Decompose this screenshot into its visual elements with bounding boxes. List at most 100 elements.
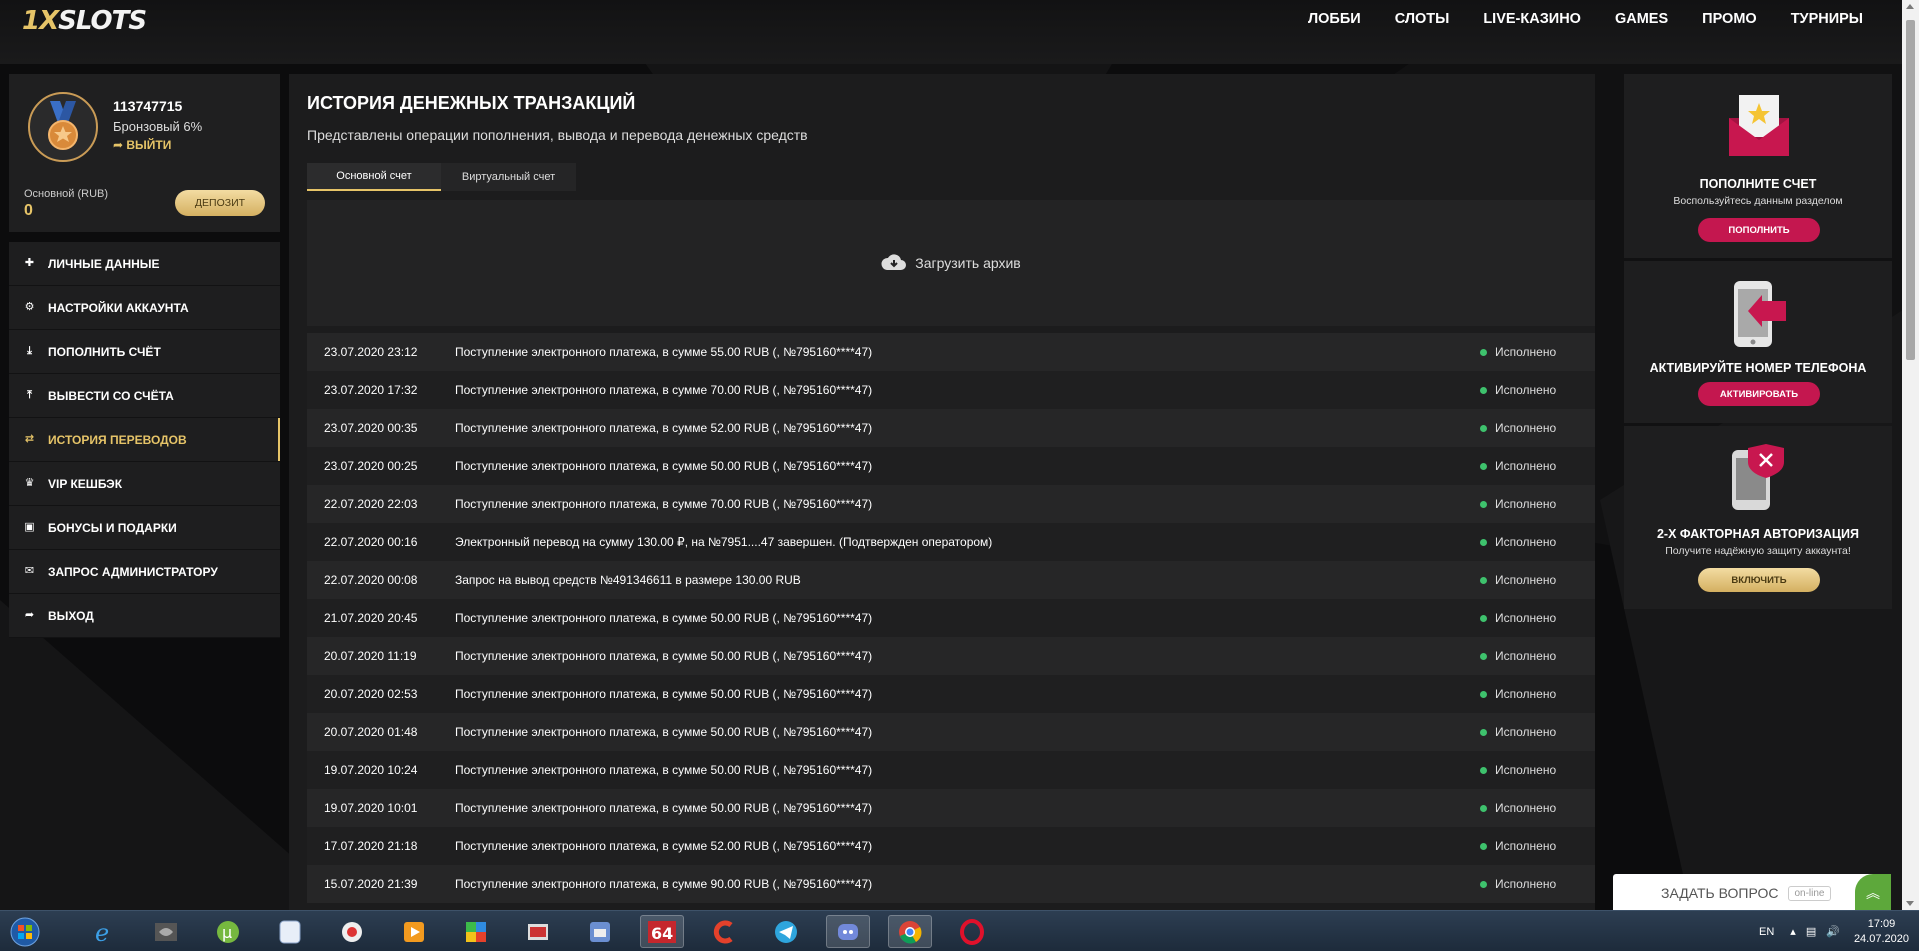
- top-navigation-bar: 1XSLOTS ЛОББИ СЛОТЫ LIVE-КАЗИНО GAMES ПР…: [0, 0, 1919, 64]
- table-row: 20.07.2020 01:48 Поступление электронного…: [307, 713, 1595, 751]
- main-nav: ЛОББИ СЛОТЫ LIVE-КАЗИНО GAMES ПРОМО ТУРН…: [1274, 11, 1863, 27]
- sidebar-item-bonuses[interactable]: ▣ БОНУСЫ И ПОДАРКИ: [9, 506, 280, 550]
- aida64-icon[interactable]: 64: [640, 915, 684, 948]
- nav-slots[interactable]: СЛОТЫ: [1395, 11, 1450, 27]
- transaction-status: Исполнено: [1480, 421, 1595, 435]
- nav-games[interactable]: GAMES: [1615, 11, 1668, 27]
- transaction-description: Поступление электронного платежа, в сумм…: [455, 763, 873, 777]
- table-row: 20.07.2020 02:53 Поступление электронного…: [307, 675, 1595, 713]
- utorrent-icon[interactable]: µ: [206, 915, 250, 948]
- table-row: 15.07.2020 21:39 Поступление электронного…: [307, 865, 1595, 903]
- nav-promo[interactable]: ПРОМО: [1702, 11, 1757, 27]
- sidebar-item-vip-cashback[interactable]: ♛ VIP КЕШБЭК: [9, 462, 280, 506]
- top-up-button[interactable]: ПОПОЛНИТЬ: [1698, 218, 1820, 242]
- transaction-date: 22.07.2020 00:16: [324, 535, 418, 549]
- language-indicator[interactable]: EN: [1759, 926, 1774, 938]
- shield-phone-icon: [1726, 442, 1792, 517]
- transaction-status: Исполнено: [1480, 725, 1595, 739]
- download-icon: ⤓: [27, 345, 32, 357]
- status-ok-icon: [1480, 386, 1487, 394]
- transaction-description: Поступление электронного платежа, в сумм…: [455, 649, 873, 663]
- download-archive-button[interactable]: Загрузить архив: [307, 200, 1595, 326]
- transaction-status: Исполнено: [1480, 687, 1595, 701]
- volume-icon[interactable]: 🔊: [1826, 925, 1840, 938]
- nav-tournaments[interactable]: ТУРНИРЫ: [1791, 11, 1863, 27]
- sidebar-item-exit[interactable]: ➦ ВЫХОД: [9, 594, 280, 638]
- chrome-icon[interactable]: [888, 915, 932, 948]
- logout-icon: ➦: [113, 138, 127, 152]
- sign-out-icon: ➦: [24, 609, 35, 621]
- profile-card: 113747715 Бронзовый 6% ➦ ВЫЙТИ Основной …: [9, 74, 280, 232]
- activate-button[interactable]: АКТИВИРОВАТЬ: [1698, 382, 1820, 406]
- transaction-date: 23.07.2020 00:25: [324, 459, 418, 473]
- sidebar-item-admin-request[interactable]: ✉ ЗАПРОС АДМИНИСТРАТОРУ: [9, 550, 280, 594]
- telegram-icon[interactable]: [764, 915, 808, 948]
- transaction-date: 20.07.2020 11:19: [324, 649, 417, 663]
- table-row: 19.07.2020 10:01 Поступление электронного…: [307, 789, 1595, 827]
- nav-live-casino[interactable]: LIVE-КАЗИНО: [1483, 11, 1581, 27]
- sidebar-item-transfer-history[interactable]: ⇄ ИСТОРИЯ ПЕРЕВОДОВ: [9, 418, 280, 462]
- cash-app-icon[interactable]: [516, 915, 560, 948]
- ccleaner-icon[interactable]: [702, 915, 746, 948]
- logout-link[interactable]: ➦ ВЫЙТИ: [113, 138, 171, 152]
- tray-arrow-icon[interactable]: ▴: [1790, 925, 1796, 938]
- scrollbar-thumb[interactable]: [1906, 20, 1915, 360]
- page-subtitle: Представлены операции пополнения, вывода…: [307, 127, 808, 143]
- transaction-status: Исполнено: [1480, 497, 1595, 511]
- enable-twofa-button[interactable]: ВКЛЮЧИТЬ: [1698, 568, 1820, 592]
- account-tabs: Основной счет Виртуальный счет: [307, 163, 576, 191]
- windows-start-icon[interactable]: [3, 913, 47, 951]
- scroll-up-icon[interactable]: [1906, 4, 1914, 9]
- camera-app-icon[interactable]: [330, 915, 374, 948]
- system-clock[interactable]: 17:09 24.07.2020: [1854, 917, 1909, 947]
- phone-card-title: АКТИВИРУЙТЕ НОМЕР ТЕЛЕФОНА: [1649, 361, 1867, 375]
- media-player-icon[interactable]: [392, 915, 436, 948]
- transaction-status: Исполнено: [1480, 877, 1595, 891]
- discord-icon[interactable]: [826, 915, 870, 948]
- transaction-status: Исполнено: [1480, 345, 1595, 359]
- status-ok-icon: [1480, 842, 1487, 850]
- deposit-button[interactable]: ДЕПОЗИТ: [175, 190, 265, 216]
- transaction-description: Поступление электронного платежа, в сумм…: [455, 687, 873, 701]
- bluestacks-icon[interactable]: [454, 915, 498, 948]
- notes-app-icon[interactable]: [268, 915, 312, 948]
- internet-explorer-icon[interactable]: e: [82, 915, 126, 948]
- transaction-date: 21.07.2020 20:45: [324, 611, 418, 625]
- envelope-star-icon: [1724, 90, 1794, 165]
- transaction-status: Исполнено: [1480, 573, 1595, 587]
- status-ok-icon: [1480, 766, 1487, 774]
- envelope-icon: ✉: [24, 565, 35, 577]
- account-balance: 0: [24, 202, 33, 219]
- flash-app-icon[interactable]: [578, 915, 622, 948]
- transaction-status: Исполнено: [1480, 649, 1595, 663]
- page-scrollbar[interactable]: [1902, 0, 1919, 910]
- status-ok-icon: [1480, 690, 1487, 698]
- transaction-status: Исполнено: [1480, 611, 1595, 625]
- transaction-date: 23.07.2020 17:32: [324, 383, 418, 397]
- transaction-description: Поступление электронного платежа, в сумм…: [455, 725, 873, 739]
- opera-icon[interactable]: [950, 915, 994, 948]
- sidebar-item-account-settings[interactable]: ⚙ НАСТРОЙКИ АККАУНТА: [9, 286, 280, 330]
- network-icon[interactable]: ▤: [1806, 925, 1816, 938]
- crown-icon: ♛: [24, 477, 35, 489]
- tab-virtual-account[interactable]: Виртуальный счет: [441, 163, 576, 191]
- transaction-description: Поступление электронного платежа, в сумм…: [455, 801, 873, 815]
- cloud-download-icon: [881, 252, 907, 275]
- sidebar-item-withdraw[interactable]: ⤒ ВЫВЕСТИ СО СЧЁТА: [9, 374, 280, 418]
- nvidia-icon[interactable]: [144, 915, 188, 948]
- scroll-down-icon[interactable]: [1906, 901, 1914, 906]
- nav-lobby[interactable]: ЛОББИ: [1308, 11, 1361, 27]
- sidebar-item-personal-data[interactable]: ✚ ЛИЧНЫЕ ДАННЫЕ: [9, 242, 280, 286]
- tab-main-account[interactable]: Основной счет: [307, 163, 441, 191]
- chevrons-up-icon[interactable]: ︽: [1855, 874, 1891, 912]
- transaction-status: Исполнено: [1480, 801, 1595, 815]
- sidebar-item-deposit[interactable]: ⤓ ПОПОЛНИТЬ СЧЁТ: [9, 330, 280, 374]
- site-logo[interactable]: 1XSLOTS: [22, 6, 147, 36]
- table-row: 22.07.2020 00:08 Запрос на вывод средств …: [307, 561, 1595, 599]
- transaction-description: Электронный перевод на сумму 130.00 ₽, н…: [455, 535, 993, 549]
- user-plus-icon: ✚: [24, 257, 35, 269]
- ask-question-chat-widget[interactable]: ЗАДАТЬ ВОПРОС on-line ︽: [1613, 874, 1891, 912]
- transaction-description: Поступление электронного платежа, в сумм…: [455, 345, 873, 359]
- gift-icon: ▣: [24, 521, 35, 533]
- transaction-description: Поступление электронного платежа, в сумм…: [455, 611, 873, 625]
